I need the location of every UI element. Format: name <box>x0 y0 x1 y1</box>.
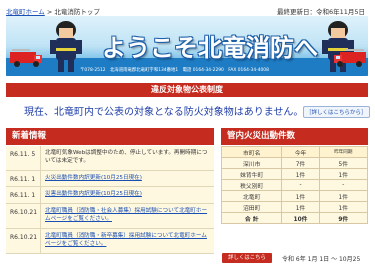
municipality-cell: 北竜町 <box>220 190 283 202</box>
news-text: 北竜町気象Webは調整中のため、停止しています。再開時期については未定です。 <box>45 150 208 164</box>
last-year-cell: 1件 <box>318 168 369 180</box>
news-list: R6.11. 5 北竜町気象Webは調整中のため、停止しています。再開時期につい… <box>6 146 214 254</box>
news-link[interactable]: 北竜町職員（消防職・新卒募集）採用試験について北竜町ホームページをご覧ください。 <box>45 233 207 247</box>
last-year-cell: 1件 <box>318 201 369 213</box>
table-header-row: 市町名 今年 昨年同期 <box>220 146 369 158</box>
last-updated: 最終更新日：令和6年11月5日 <box>276 8 365 16</box>
total-label: 合 計 <box>220 212 283 224</box>
table-row: 沼田町 1件 1件 <box>220 201 369 213</box>
news-link[interactable]: 北竜町職員（消防職・社会人募集）採用試験について北竜町ホームページをご覧ください… <box>45 208 207 222</box>
fire-details-button[interactable]: 詳しくはこちら <box>222 253 272 263</box>
stats-period: 令和 6年 1月 1日 ～ 10月25 <box>282 256 361 263</box>
violation-notice-text: 現在、北竜町内で公表の対象となる防火対象物はありません。 <box>24 107 304 118</box>
this-year-cell: 7件 <box>281 157 320 169</box>
this-year-cell: - <box>281 179 320 191</box>
this-year-cell: 1件 <box>281 168 320 180</box>
table-row: 深川市 7件 5件 <box>220 157 369 169</box>
municipality-cell: 秩父別町 <box>220 179 283 191</box>
fire-truck-icon <box>334 49 366 67</box>
total-last-year: 9件 <box>318 212 369 224</box>
column-header: 市町名 <box>220 146 283 158</box>
news-item: R6.11. 5 北竜町気象Webは調整中のため、停止しています。再開時期につい… <box>6 146 214 171</box>
table-row: 秩父別町 - - <box>220 179 369 191</box>
table-row: 北竜町 1件 1件 <box>220 190 369 202</box>
last-year-cell: - <box>318 179 369 191</box>
fire-truck-icon <box>10 49 42 67</box>
header-banner: ようこそ北竜消防へ 〒078-2512 北海道雨竜郡北竜町字和134番地1 電話… <box>6 16 368 76</box>
news-date: R6.11. 5 <box>10 151 36 158</box>
column-header: 今年 <box>281 146 320 158</box>
news-item: R6.10.21 北竜町職員（消防職・社会人募集）採用試験について北竜町ホームペ… <box>6 204 214 229</box>
news-item: R6.10.21 北竜町職員（消防職・新卒募集）採用試験について北竜町ホームペー… <box>6 228 214 254</box>
fire-stats-heading: 管内火災出動件数 <box>221 128 368 145</box>
table-total-row: 合 計 10件 9件 <box>220 212 369 224</box>
top-bar: 北竜町ホーム > 北竜消防トップ 最終更新日：令和6年11月5日 <box>0 0 375 16</box>
municipality-cell: 妹背牛町 <box>220 168 283 180</box>
last-year-cell: 1件 <box>318 190 369 202</box>
banner-title: ようこそ北竜消防へ <box>102 34 318 62</box>
municipality-cell: 沼田町 <box>220 201 283 213</box>
news-date: R6.11. 1 <box>10 192 36 200</box>
breadcrumb-home-link[interactable]: 北竜町ホーム <box>6 8 45 16</box>
contact-address: 〒078-2512 北海道雨竜郡北竜町字和134番地1 電話 0164-34-2… <box>80 68 269 73</box>
news-date: R6.10.21 <box>10 233 38 241</box>
fire-stats-table-wrap: 市町名 今年 昨年同期 深川市 7件 5件 妹背牛町 1件 1件 秩父別町 - … <box>220 146 369 224</box>
this-year-cell: 1件 <box>281 201 320 213</box>
firefighter-mascot-icon <box>50 21 82 72</box>
news-date: R6.10.21 <box>10 209 38 217</box>
total-this-year: 10件 <box>281 212 320 224</box>
news-item: R6.11. 1 災害出動件数内訳更新(10月25日現在) <box>6 187 214 205</box>
news-link[interactable]: 災害出動件数内訳更新(10月25日現在) <box>45 191 142 197</box>
table-row: 妹背牛町 1件 1件 <box>220 168 369 180</box>
news-date: R6.11. 1 <box>10 175 36 183</box>
breadcrumb: 北竜町ホーム > 北竜消防トップ <box>6 6 100 16</box>
violation-notice-heading: 違反対象物公表制度 <box>6 83 368 97</box>
this-year-cell: 1件 <box>281 190 320 202</box>
last-year-cell: 5件 <box>318 157 369 169</box>
breadcrumb-separator: > <box>44 8 55 16</box>
column-header: 昨年同期 <box>318 146 369 158</box>
municipality-cell: 深川市 <box>220 157 283 169</box>
violation-details-link[interactable]: ［詳しくはこちらから］ <box>303 106 370 118</box>
news-link[interactable]: 火災出動件数内訳更新(10月25日現在) <box>45 175 142 181</box>
news-item: R6.11. 1 火災出動件数内訳更新(10月25日現在) <box>6 170 214 188</box>
breadcrumb-current: 北竜消防トップ <box>54 8 100 16</box>
fire-stats-table: 市町名 今年 昨年同期 深川市 7件 5件 妹背牛町 1件 1件 秩父別町 - … <box>220 146 369 224</box>
news-heading: 新着情報 <box>6 128 214 145</box>
